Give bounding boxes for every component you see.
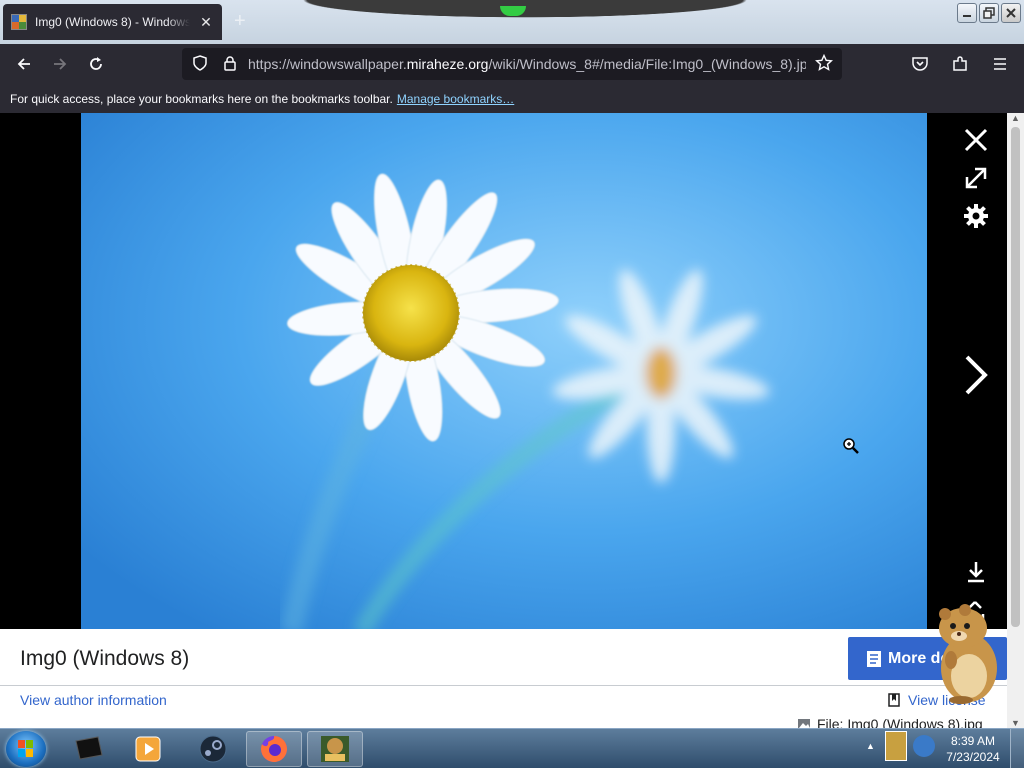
clock-time: 8:39 AM	[950, 734, 996, 748]
page-scrollbar[interactable]: ▲ ▼	[1007, 113, 1024, 728]
tab-title: Img0 (Windows 8) - Windows 8	[35, 15, 190, 29]
fullscreen-button[interactable]	[958, 165, 994, 198]
file-info-panel: Img0 (Windows 8) More details View autho…	[0, 629, 1007, 732]
box-game-icon	[321, 736, 349, 762]
reload-icon	[90, 57, 102, 70]
tab-strip: Img0 (Windows 8) - Windows 8 ✕ +	[0, 0, 1024, 44]
network-icon[interactable]	[912, 735, 935, 757]
close-window-button[interactable]	[1001, 3, 1021, 23]
taskbar: ▲ 8:39 AM 7/23/2024	[0, 728, 1024, 768]
minimize-icon	[963, 15, 971, 17]
forward-button[interactable]	[42, 48, 78, 80]
scroll-down-arrow-icon[interactable]: ▼	[1007, 718, 1024, 728]
manage-bookmarks-link[interactable]: Manage bookmarks…	[397, 92, 514, 106]
theme-decoration	[245, 0, 805, 22]
navigation-toolbar: https://windowswallpaper.miraheze.org/wi…	[0, 44, 1024, 84]
clock-date: 7/23/2024	[946, 750, 1000, 764]
hamster-mascot[interactable]	[925, 598, 1007, 704]
media-viewer	[0, 113, 1007, 629]
taskbar-app-box-game[interactable]	[307, 731, 363, 767]
puzzle-piece-icon	[953, 56, 967, 71]
viewer-settings-button[interactable]	[958, 203, 994, 236]
toolbar-right	[902, 48, 1018, 80]
taskbar-app-media-player[interactable]	[120, 731, 176, 767]
restore-button[interactable]	[979, 3, 999, 23]
tab-close-icon[interactable]: ✕	[198, 14, 214, 31]
tray-app-icon[interactable]	[884, 731, 907, 761]
bookmark-star-icon[interactable]	[812, 53, 836, 75]
close-viewer-button[interactable]	[958, 127, 994, 160]
system-tray: ▲	[866, 731, 935, 761]
info-divider	[0, 685, 1007, 686]
taskbar-app-terminal[interactable]	[60, 731, 116, 767]
chevron-right-icon	[965, 355, 988, 395]
file-title: Img0 (Windows 8)	[20, 647, 190, 670]
restore-icon	[983, 7, 995, 19]
lock-icon[interactable]	[218, 55, 242, 74]
start-button[interactable]	[6, 731, 46, 767]
pocket-button[interactable]	[902, 48, 938, 80]
document-icon	[867, 650, 881, 667]
minimize-button[interactable]	[957, 3, 977, 23]
tracking-protection-shield-icon[interactable]	[188, 54, 212, 74]
app-menu-button[interactable]	[982, 48, 1018, 80]
wallpaper-image[interactable]	[81, 113, 927, 629]
download-icon	[968, 562, 984, 583]
scrollbar-thumb[interactable]	[1011, 127, 1020, 627]
expand-icon	[965, 167, 987, 189]
url-text: https://windowswallpaper.miraheze.org/wi…	[248, 56, 806, 72]
steam-icon	[199, 735, 227, 763]
extensions-button[interactable]	[942, 48, 978, 80]
taskbar-clock[interactable]: 8:39 AM 7/23/2024	[942, 733, 1004, 765]
pocket-icon	[912, 57, 928, 71]
zoom-cursor-icon	[843, 438, 859, 454]
bookmarks-empty-message: For quick access, place your bookmarks h…	[10, 91, 393, 106]
new-tab-button[interactable]: +	[234, 10, 246, 33]
close-window-icon	[1006, 8, 1016, 18]
back-button[interactable]	[6, 48, 42, 80]
reload-button[interactable]	[78, 48, 114, 80]
bookmarks-toolbar: For quick access, place your bookmarks h…	[0, 84, 1024, 113]
back-arrow-icon	[17, 58, 30, 70]
firefox-icon	[261, 736, 287, 762]
view-author-link[interactable]: View author information	[20, 692, 167, 708]
tab-active[interactable]: Img0 (Windows 8) - Windows 8 ✕	[3, 4, 222, 40]
next-image-button[interactable]	[958, 353, 994, 404]
daisy-illustration	[81, 113, 927, 629]
scroll-up-arrow-icon[interactable]: ▲	[1007, 113, 1024, 123]
address-bar[interactable]: https://windowswallpaper.miraheze.org/wi…	[182, 48, 842, 80]
window-controls	[957, 3, 1021, 23]
terminal-icon	[75, 736, 103, 760]
license-icon	[888, 693, 900, 707]
media-player-icon	[135, 736, 161, 762]
download-button[interactable]	[958, 559, 994, 592]
close-icon	[964, 128, 988, 152]
windows-logo-icon	[18, 740, 33, 757]
hamburger-menu-icon	[994, 58, 1006, 70]
taskbar-app-steam[interactable]	[185, 731, 241, 767]
show-desktop-button[interactable]	[1010, 729, 1024, 768]
site-favicon-icon	[11, 14, 27, 30]
show-hidden-icons-chevron-icon[interactable]: ▲	[866, 741, 875, 751]
taskbar-app-firefox[interactable]	[246, 731, 302, 767]
forward-arrow-icon	[54, 58, 67, 70]
gear-icon	[964, 204, 988, 228]
